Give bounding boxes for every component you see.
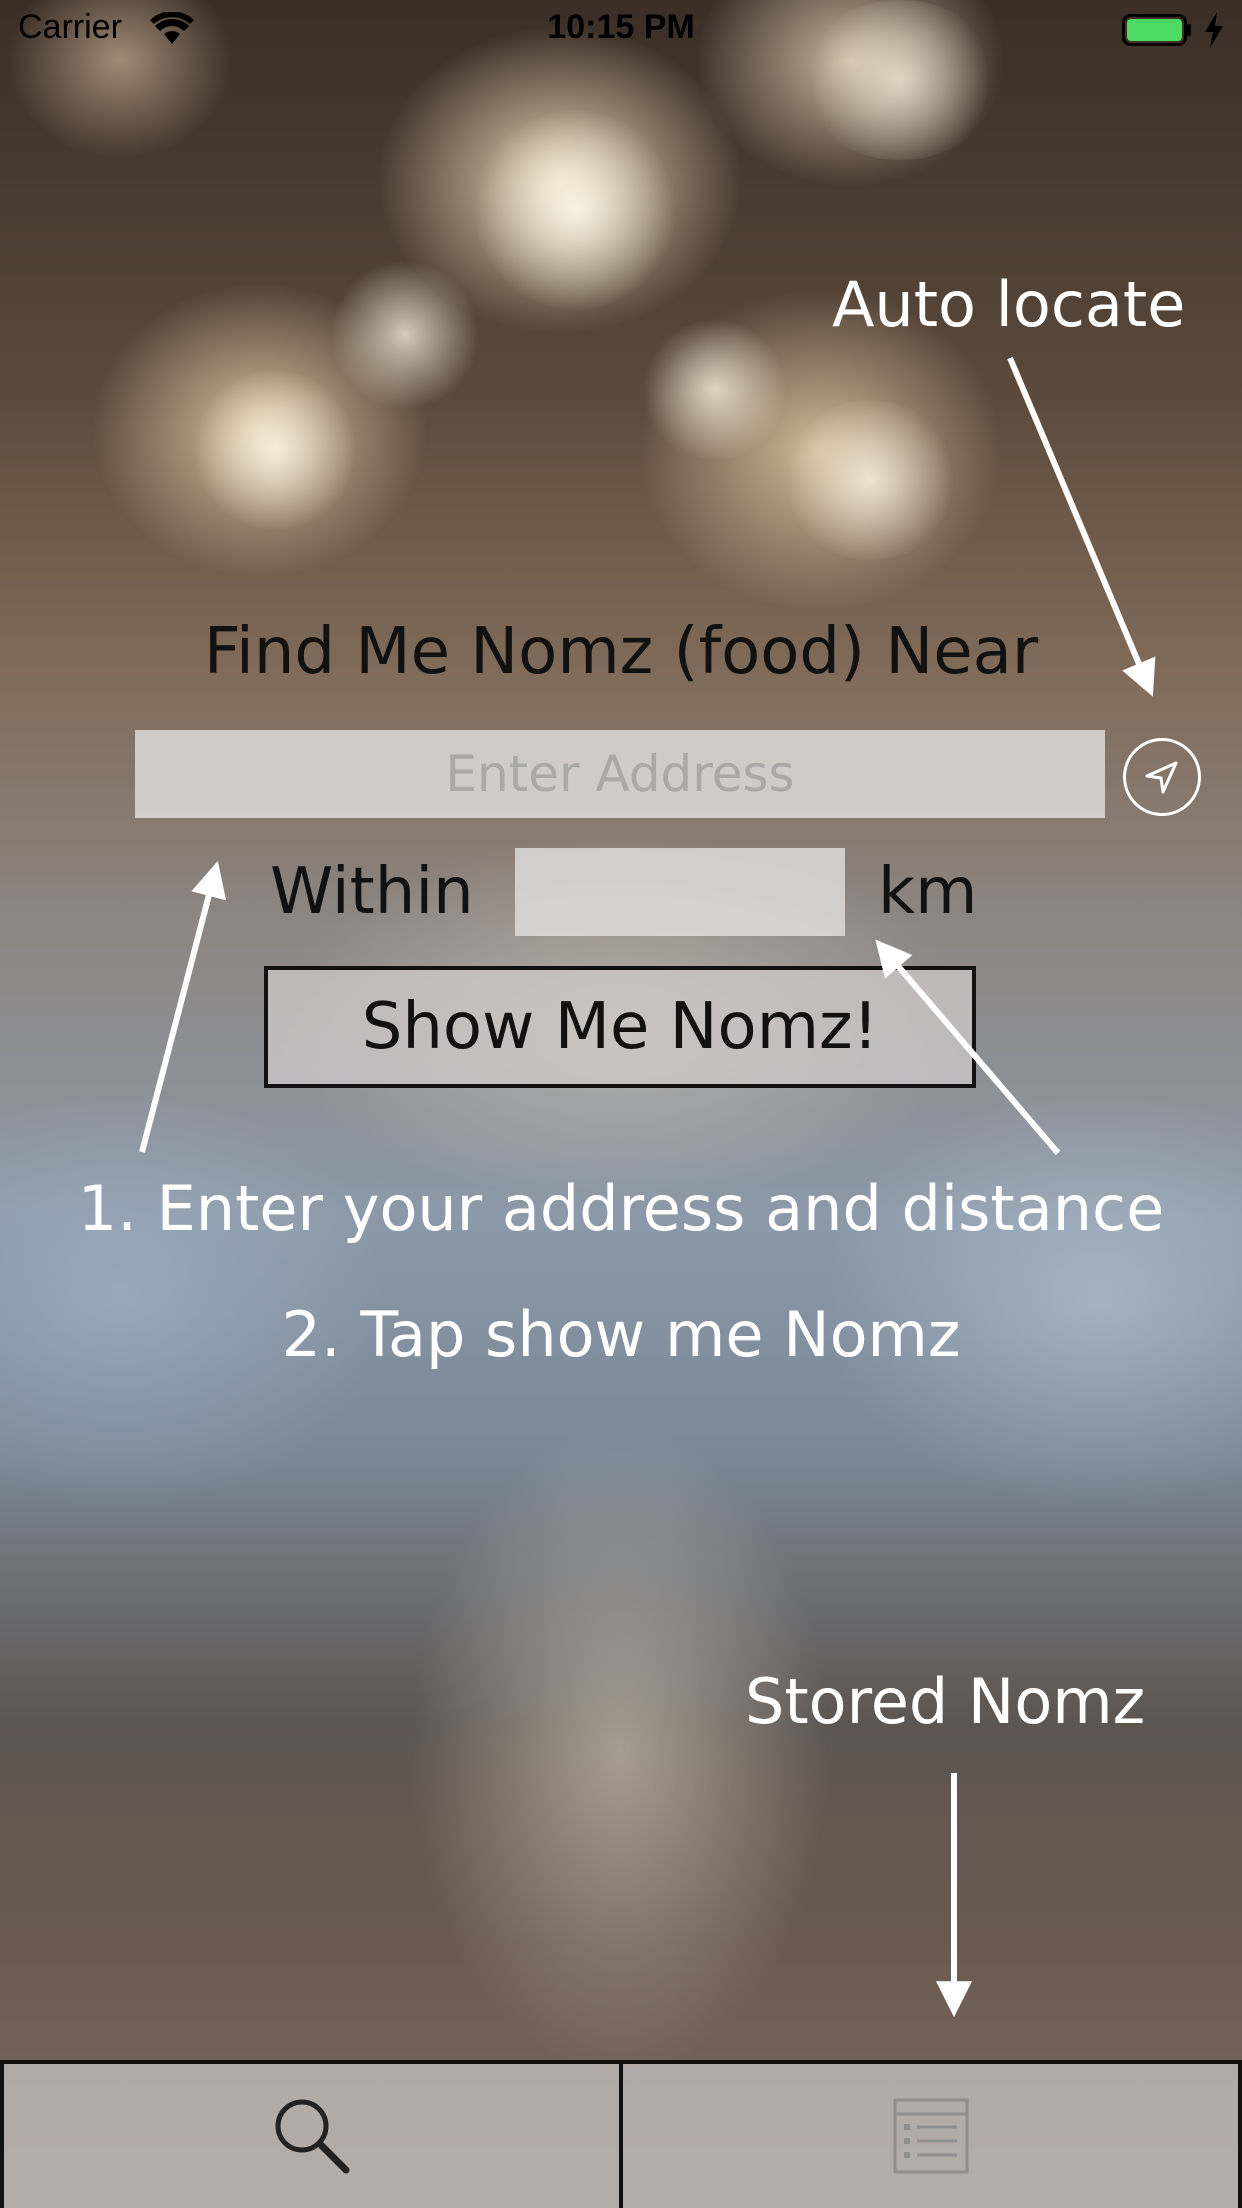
auto-locate-annotation: Auto locate bbox=[832, 268, 1186, 341]
distance-input[interactable] bbox=[515, 848, 845, 936]
headline: Find Me Nomz (food) Near bbox=[203, 615, 1039, 689]
address-input[interactable] bbox=[135, 730, 1105, 818]
clock: 10:15 PM bbox=[547, 8, 695, 46]
tab-stored-nomz[interactable] bbox=[621, 2064, 1242, 2208]
charging-bolt-icon bbox=[1205, 12, 1223, 48]
step1-annotation: 1. Enter your address and distance bbox=[77, 1172, 1165, 1245]
battery-icon bbox=[1122, 14, 1191, 46]
within-label: Within bbox=[270, 855, 474, 929]
tab-bar bbox=[0, 2060, 1242, 2208]
location-arrow-icon bbox=[1145, 761, 1178, 794]
step2-annotation: 2. Tap show me Nomz bbox=[281, 1298, 961, 1371]
auto-locate-button[interactable] bbox=[1123, 738, 1201, 816]
status-bar: Carrier 10:15 PM bbox=[0, 0, 1242, 60]
unit-label: km bbox=[878, 855, 978, 929]
tab-search[interactable] bbox=[0, 2064, 621, 2208]
stored-nomz-annotation: Stored Nomz bbox=[745, 1665, 1146, 1738]
show-me-nomz-button[interactable]: Show Me Nomz! bbox=[264, 966, 976, 1088]
search-icon bbox=[275, 2099, 349, 2174]
list-icon bbox=[893, 2098, 968, 2174]
